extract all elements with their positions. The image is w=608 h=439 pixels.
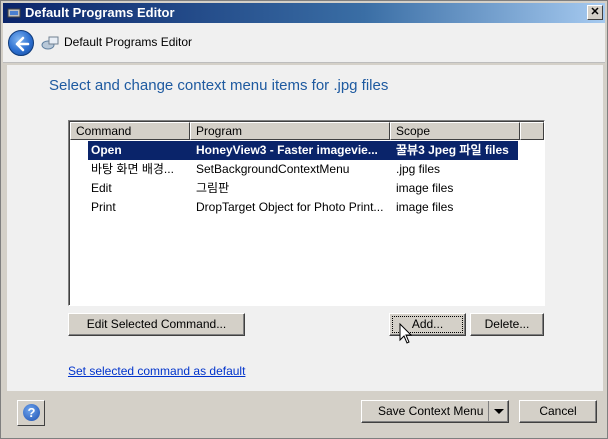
- cancel-button[interactable]: Cancel: [519, 400, 597, 423]
- app-icon: [7, 8, 21, 18]
- row-scope: image files: [396, 200, 454, 214]
- table-row[interactable]: Open HoneyView3 - Faster imagevie... 꿀뷰3…: [70, 141, 544, 160]
- column-header-program[interactable]: Program: [190, 122, 390, 140]
- column-header-command[interactable]: Command: [70, 122, 190, 140]
- row-scope: .jpg files: [396, 162, 441, 176]
- row-scope: image files: [396, 181, 454, 195]
- help-icon: ?: [23, 404, 40, 421]
- programs-icon: [41, 36, 59, 50]
- delete-button[interactable]: Delete...: [470, 313, 544, 336]
- page-heading: Select and change context menu items for…: [49, 77, 389, 94]
- row-program: DropTarget Object for Photo Print...: [196, 200, 384, 214]
- help-button[interactable]: ?: [17, 400, 45, 426]
- close-icon: ✕: [590, 6, 600, 18]
- row-program: SetBackgroundContextMenu: [196, 162, 350, 176]
- nav-bar: Default Programs Editor: [3, 23, 605, 63]
- column-header-filler: [520, 122, 544, 140]
- row-command: Edit: [91, 181, 112, 195]
- close-button[interactable]: ✕: [587, 5, 603, 20]
- window-title: Default Programs Editor: [25, 5, 175, 20]
- chevron-down-icon[interactable]: [488, 401, 508, 422]
- context-menu-list[interactable]: Command Program Scope Open HoneyView3 - …: [68, 120, 545, 306]
- back-arrow-icon: [15, 36, 30, 52]
- mouse-cursor-icon: [399, 323, 413, 344]
- content-area: Select and change context menu items for…: [7, 65, 603, 391]
- row-program: HoneyView3 - Faster imagevie...: [196, 143, 378, 157]
- row-command: Open: [91, 143, 122, 157]
- table-row[interactable]: Edit 그림판 image files: [70, 179, 544, 198]
- edit-selected-command-button[interactable]: Edit Selected Command...: [68, 313, 245, 336]
- table-row[interactable]: 바탕 화면 배경... SetBackgroundContextMenu .jp…: [70, 160, 544, 179]
- row-scope: 꿀뷰3 Jpeg 파일 files: [396, 143, 509, 157]
- save-context-menu-button[interactable]: Save Context Menu: [361, 400, 509, 423]
- row-command: Print: [91, 200, 116, 214]
- bottom-bar: ? Save Context Menu Cancel: [3, 391, 605, 436]
- set-default-link[interactable]: Set selected command as default: [68, 364, 245, 378]
- back-button[interactable]: [8, 30, 34, 56]
- window: Default Programs Editor ✕ Default Progra…: [0, 0, 608, 439]
- save-context-menu-label: Save Context Menu: [378, 404, 484, 418]
- nav-title: Default Programs Editor: [64, 35, 193, 49]
- row-program: 그림판: [196, 181, 230, 195]
- column-header-scope[interactable]: Scope: [390, 122, 520, 140]
- list-header: Command Program Scope: [70, 122, 544, 140]
- row-command: 바탕 화면 배경...: [91, 162, 174, 176]
- title-bar[interactable]: Default Programs Editor ✕: [3, 3, 605, 23]
- table-row[interactable]: Print DropTarget Object for Photo Print.…: [70, 198, 544, 217]
